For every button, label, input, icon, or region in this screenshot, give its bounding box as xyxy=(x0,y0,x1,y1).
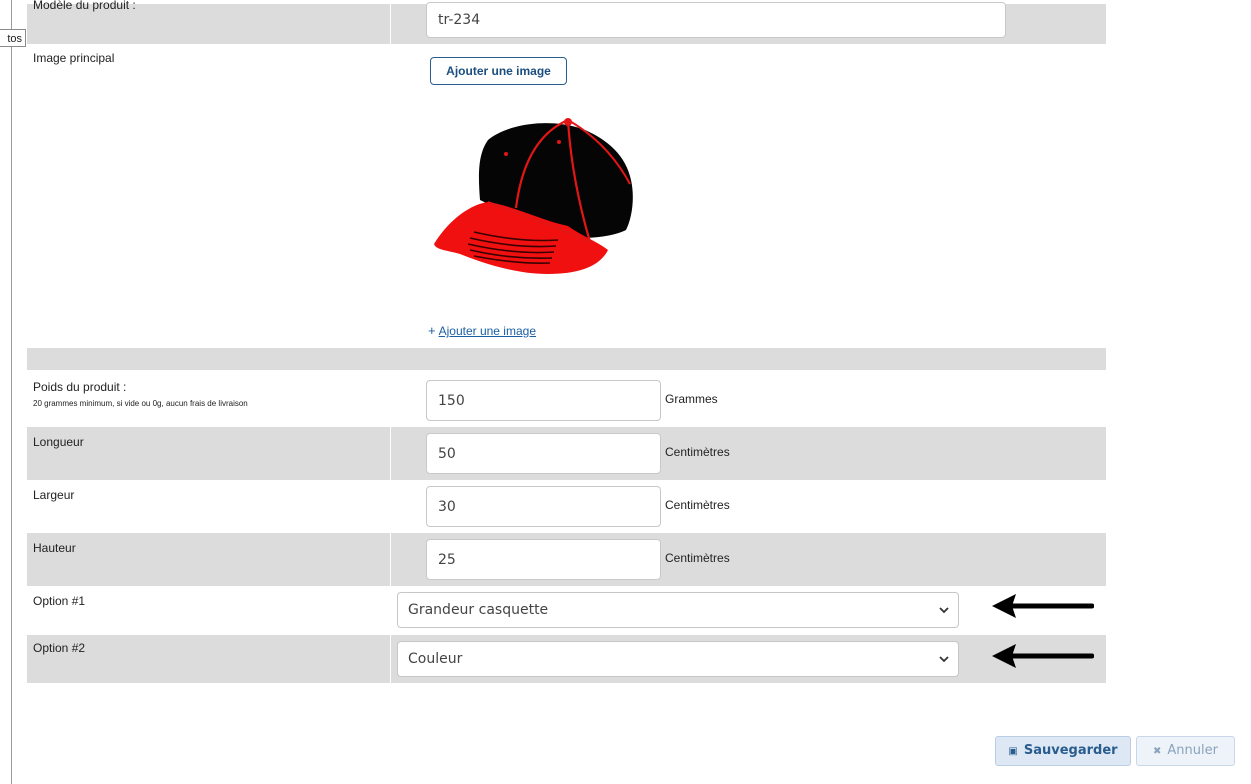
cancel-button-label: Annuler xyxy=(1167,743,1218,758)
x-icon: ✖ xyxy=(1153,746,1162,757)
option-1-row: Option #1 Grandeur casquette xyxy=(27,586,1106,635)
length-row: Longueur 50 Centimètres xyxy=(27,427,1106,480)
chevron-down-icon xyxy=(939,607,949,614)
save-button-label: Sauvegarder xyxy=(1023,743,1118,758)
length-label-cell: Longueur xyxy=(27,427,391,480)
side-tab[interactable]: tos xyxy=(0,29,26,47)
option-1-select[interactable]: Grandeur casquette xyxy=(397,592,959,628)
model-label: Modèle du produit : xyxy=(33,0,136,12)
weight-input[interactable]: 150 xyxy=(426,380,661,421)
height-unit: Centimètres xyxy=(665,551,730,565)
add-image-button[interactable]: Ajouter une image xyxy=(430,57,567,85)
section-divider xyxy=(27,348,1106,370)
length-unit: Centimètres xyxy=(665,445,730,459)
left-border xyxy=(11,0,12,784)
height-row: Hauteur 25 Centimètres xyxy=(27,533,1106,586)
option-2-row: Option #2 Couleur xyxy=(27,635,1106,683)
floppy-disk-icon: ▣ xyxy=(1008,746,1018,757)
height-label-cell: Hauteur xyxy=(27,533,391,586)
product-image xyxy=(434,118,633,274)
length-input[interactable]: 50 xyxy=(426,433,661,474)
main-image-label: Image principal xyxy=(33,51,115,65)
weight-note: 20 grammes minimum, si vide ou 0g, aucun… xyxy=(33,399,248,408)
weight-label: Poids du produit : xyxy=(33,380,127,394)
chevron-down-icon xyxy=(939,656,949,663)
height-input[interactable]: 25 xyxy=(426,539,661,580)
option-2-selected-value: Couleur xyxy=(408,651,463,667)
weight-row: Poids du produit : 20 grammes minimum, s… xyxy=(27,370,1106,427)
option-1-selected-value: Grandeur casquette xyxy=(408,602,549,618)
option-2-label-cell: Option #2 xyxy=(27,635,391,683)
plus-icon: + xyxy=(428,323,436,338)
save-button[interactable]: ▣ Sauvegarder xyxy=(995,736,1131,766)
option-2-select[interactable]: Couleur xyxy=(397,641,959,677)
model-input[interactable]: tr-234 xyxy=(426,2,1006,38)
left-arrow-icon xyxy=(992,594,1094,618)
length-label: Longueur xyxy=(33,435,84,449)
width-label: Largeur xyxy=(33,488,75,502)
weight-unit: Grammes xyxy=(665,392,718,406)
width-unit: Centimètres xyxy=(665,498,730,512)
width-input[interactable]: 30 xyxy=(426,486,661,527)
option-1-label: Option #1 xyxy=(33,594,86,608)
width-row: Largeur 30 Centimètres xyxy=(27,480,1106,533)
option-1-label-cell: Option #1 xyxy=(27,586,391,635)
model-row: Modèle du produit : tr-234 xyxy=(27,0,1106,44)
height-label: Hauteur xyxy=(33,541,76,555)
baseball-cap-icon xyxy=(434,118,633,274)
weight-label-cell: Poids du produit : 20 grammes minimum, s… xyxy=(27,370,391,427)
width-label-cell: Largeur xyxy=(27,480,391,533)
left-arrow-icon xyxy=(992,644,1094,668)
add-image-link[interactable]: + Ajouter une image xyxy=(428,323,536,338)
option-2-label: Option #2 xyxy=(33,641,86,655)
model-label-cell: Modèle du produit : xyxy=(27,0,391,44)
add-image-link-label: Ajouter une image xyxy=(438,324,536,338)
main-image-label-cell: Image principal xyxy=(27,44,391,348)
cancel-button[interactable]: ✖ Annuler xyxy=(1136,736,1235,766)
